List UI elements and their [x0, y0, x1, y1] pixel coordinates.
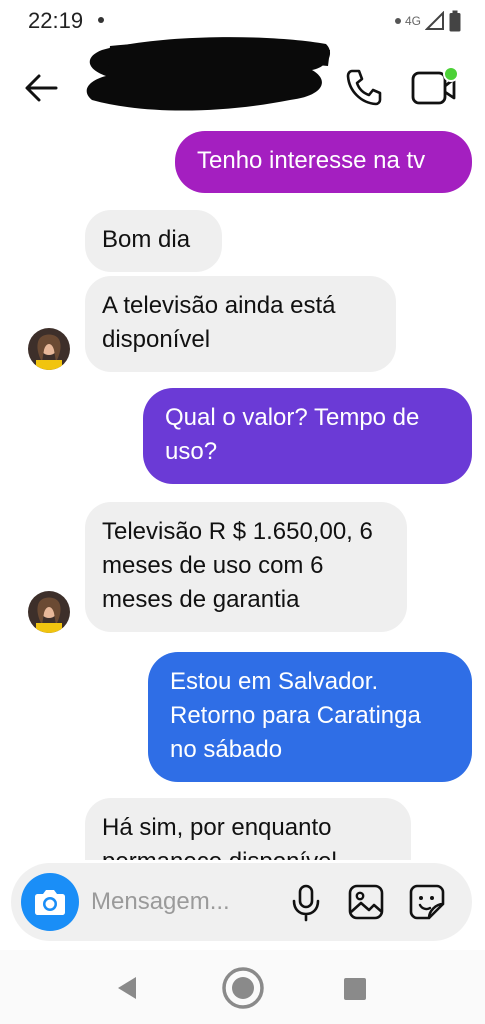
presence-dot-icon [443, 66, 459, 82]
message-incoming[interactable]: A televisão ainda está disponível [85, 276, 396, 372]
phone-icon[interactable] [342, 66, 384, 108]
system-navigation-bar [0, 950, 485, 1024]
back-arrow-icon[interactable] [22, 68, 62, 108]
message-outgoing[interactable]: Qual o valor? Tempo de uso? [143, 388, 472, 484]
gallery-icon[interactable] [345, 881, 387, 923]
avatar-image [28, 591, 70, 633]
status-time: 22:19 [28, 8, 84, 33]
message-composer [11, 863, 472, 941]
nav-recents-icon[interactable] [342, 976, 368, 1002]
battery-icon [449, 10, 461, 32]
video-call-icon[interactable] [410, 64, 460, 110]
contact-avatar[interactable] [28, 591, 70, 633]
message-incoming[interactable]: Televisão R $ 1.650,00, 6 meses de uso c… [85, 502, 407, 632]
nav-home-icon[interactable] [219, 964, 267, 1012]
last-message-clip: Há sim, por enquanto permanece disponíve… [85, 798, 411, 860]
status-dot-icon [394, 18, 401, 24]
sticker-icon[interactable] [406, 881, 448, 923]
microphone-icon[interactable] [285, 881, 327, 923]
chat-header [0, 37, 485, 132]
message-outgoing[interactable]: Tenho interesse na tv [175, 131, 472, 193]
message-incoming[interactable]: Bom dia [85, 210, 222, 272]
status-icons: 4G [394, 8, 461, 34]
nav-back-icon[interactable] [114, 974, 140, 1002]
avatar-image [28, 328, 70, 370]
contact-avatar[interactable] [28, 328, 70, 370]
message-input[interactable] [91, 883, 281, 921]
message-outgoing[interactable]: Estou em Salvador. Retorno para Carating… [148, 652, 472, 782]
signal-icon [425, 11, 444, 30]
camera-icon [35, 890, 65, 915]
message-incoming[interactable]: Há sim, por enquanto permanece disponíve… [85, 798, 411, 860]
network-type: 4G [404, 14, 421, 28]
camera-button[interactable] [21, 873, 79, 931]
redacted-contact-name [86, 37, 331, 111]
